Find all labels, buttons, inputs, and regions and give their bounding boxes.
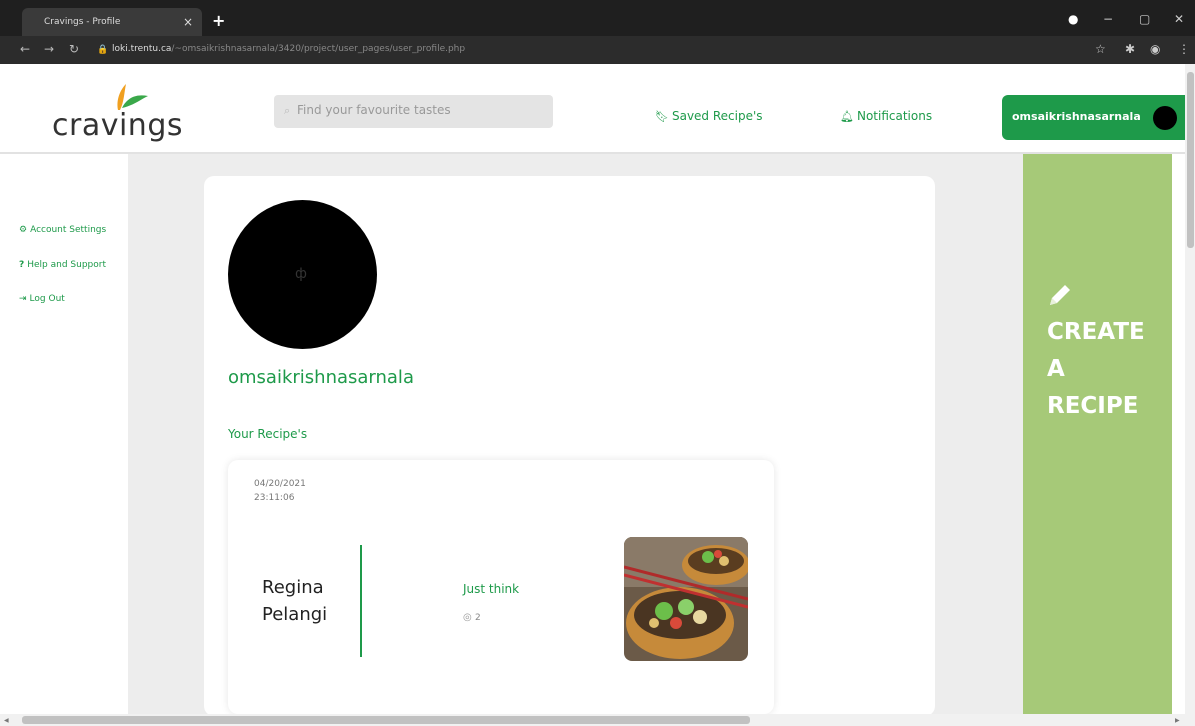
- recipe-description: Just think: [463, 582, 520, 596]
- saved-recipes-link[interactable]: 🔖︎ Saved Recipe's: [655, 109, 763, 123]
- horizontal-scroll-thumb[interactable]: [22, 716, 750, 724]
- restore-icon[interactable]: ▢: [1139, 12, 1150, 26]
- profile-username: omsaikrishnasarnala: [228, 367, 414, 388]
- forward-icon[interactable]: →: [44, 42, 54, 56]
- recipe-date: 04/20/2021: [254, 479, 306, 489]
- right-gutter: [1172, 154, 1185, 714]
- question-icon: ?: [19, 260, 25, 270]
- eye-icon: ◎: [463, 612, 472, 623]
- logo[interactable]: cravings: [52, 108, 183, 143]
- lock-icon[interactable]: 🔒: [97, 45, 108, 55]
- window-close-icon[interactable]: ✕: [1174, 12, 1184, 26]
- extension-icon[interactable]: ✱: [1125, 42, 1135, 56]
- browser-tab[interactable]: Cravings - Profile: [22, 8, 202, 36]
- search-icon: ⌕: [284, 104, 291, 117]
- back-icon[interactable]: ←: [20, 42, 30, 56]
- bell-icon: 🔔︎: [840, 110, 854, 123]
- pencil-icon: [1050, 285, 1070, 305]
- tab-close-icon[interactable]: ×: [183, 15, 193, 29]
- create-recipe-panel[interactable]: [1023, 154, 1172, 714]
- user-menu-label[interactable]: omsaikrishnasarnala: [1012, 110, 1141, 123]
- profile-dot-icon[interactable]: ●: [1068, 12, 1078, 26]
- recipe-time: 23:11:06: [254, 493, 295, 503]
- left-sidebar: [0, 154, 128, 714]
- scroll-left-icon[interactable]: ◀: [4, 717, 9, 724]
- tab-title: Cravings - Profile: [44, 17, 121, 27]
- sidebar-item-label: Log Out: [29, 294, 65, 304]
- bookmark-icon: 🔖︎: [655, 110, 669, 123]
- vertical-scroll-thumb[interactable]: [1187, 72, 1194, 248]
- sidebar-item-help[interactable]: ? Help and Support: [19, 260, 106, 270]
- sidebar-item-label: Account Settings: [30, 225, 107, 235]
- recipe-image[interactable]: [624, 537, 748, 661]
- new-tab-icon[interactable]: +: [212, 11, 225, 30]
- recipe-bowl-image: [624, 537, 748, 661]
- sidebar-item-account-settings[interactable]: ⚙ Account Settings: [19, 225, 106, 235]
- sidebar-item-label: Help and Support: [27, 260, 106, 270]
- gear-icon: ⚙: [19, 225, 28, 235]
- section-title: Your Recipe's: [228, 427, 308, 441]
- profile-avatar-icon[interactable]: ◉: [1150, 42, 1160, 56]
- notifications-link[interactable]: 🔔︎ Notifications: [840, 109, 932, 123]
- menu-dots-icon[interactable]: ⋮: [1178, 42, 1190, 56]
- logout-icon: ⇥: [19, 294, 27, 304]
- recipe-name[interactable]: Regina Pelangi: [262, 574, 352, 628]
- sidebar-item-logout[interactable]: ⇥ Log Out: [19, 294, 65, 304]
- saved-recipes-label: Saved Recipe's: [671, 109, 763, 123]
- minimize-icon[interactable]: −: [1103, 12, 1113, 26]
- reload-icon[interactable]: ↻: [69, 42, 79, 56]
- bookmark-star-icon[interactable]: ☆: [1095, 42, 1106, 56]
- notifications-label: Notifications: [856, 109, 933, 123]
- recipe-view-count: 2: [475, 613, 481, 623]
- recipe-divider: [360, 545, 362, 657]
- avatar-placeholder-icon: ф: [295, 266, 307, 282]
- url-field[interactable]: loki.trentu.ca/~omsaikrishnasarnala/3420…: [112, 44, 465, 54]
- search-input[interactable]: [297, 103, 547, 117]
- scroll-right-icon[interactable]: ▶: [1175, 717, 1180, 724]
- create-recipe-label[interactable]: CREATE A RECIPE: [1047, 314, 1157, 425]
- avatar[interactable]: [1153, 106, 1177, 130]
- recipe-timestamp: 04/20/2021 23:11:06: [254, 477, 306, 505]
